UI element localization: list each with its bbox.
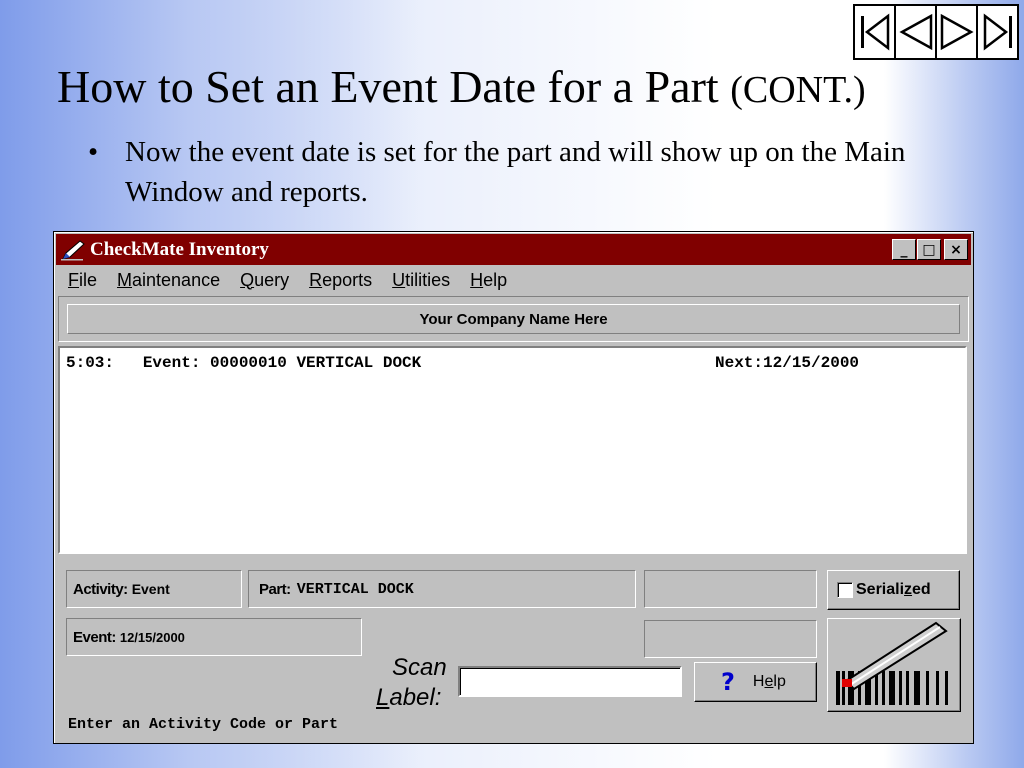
part-field: Part: VERTICAL DOCK: [248, 570, 636, 608]
blank-field-1: [644, 570, 817, 608]
help-label-post: lp: [773, 673, 786, 690]
menu-query-label: uery: [254, 269, 290, 290]
serialized-label-accel: z: [904, 581, 913, 598]
window-controls: _ □ ×: [892, 239, 968, 260]
close-button[interactable]: ×: [944, 239, 968, 260]
company-name: Your Company Name Here: [419, 310, 608, 328]
checkbox-box[interactable]: [837, 582, 853, 598]
scanner-image: [827, 618, 961, 712]
activity-label: Activity:: [73, 580, 128, 598]
part-label: Part:: [259, 580, 291, 598]
menu-file-label: ile: [79, 269, 98, 290]
event-log[interactable]: 5:03: Event: 00000010 VERTICAL DOCK Next…: [58, 346, 967, 554]
serialized-label-pre: Seriali: [856, 581, 905, 598]
next-slide-icon: [940, 13, 974, 51]
menu-reports-label: eports: [322, 269, 373, 290]
menu-help-accel: H: [470, 269, 484, 290]
slide-title: How to Set an Event Date for a Part (CON…: [57, 60, 866, 113]
first-slide-icon: [860, 13, 889, 51]
window-title: CheckMate Inventory: [90, 238, 269, 260]
scan-label-input[interactable]: [458, 666, 682, 697]
menu-file[interactable]: File: [68, 270, 97, 291]
slide-title-suffix: (CONT.): [730, 69, 866, 111]
barcode-scanner-icon: [836, 621, 948, 705]
event-value: 12/15/2000: [119, 629, 185, 645]
menu-file-accel: F: [68, 269, 79, 290]
bullet-marker: •: [88, 136, 99, 168]
activity-field: Activity: Event: [66, 570, 242, 608]
menu-help[interactable]: Help: [470, 270, 507, 291]
previous-slide-icon: [898, 13, 932, 51]
bullet-text: Now the event date is set for the part a…: [125, 136, 906, 208]
event-field: Event: 12/15/2000: [66, 618, 362, 656]
menu-maintenance-accel: M: [117, 269, 133, 290]
menu-utilities-accel: U: [392, 269, 406, 290]
menu-help-label: elp: [483, 269, 508, 290]
help-label: Help: [753, 673, 786, 691]
menu-query[interactable]: Query: [240, 270, 289, 291]
help-icon: ?: [721, 668, 735, 696]
serialized-label-post: ed: [912, 581, 931, 598]
maximize-icon: □: [922, 241, 936, 258]
last-slide-button[interactable]: [978, 6, 1017, 58]
app-window: CheckMate Inventory _ □ × File Maintenan…: [53, 231, 974, 744]
scan-label-word: Scan: [392, 654, 447, 681]
company-name-button[interactable]: Your Company Name Here: [67, 304, 960, 334]
serialized-checkbox[interactable]: Serialized: [827, 570, 960, 610]
event-label: Event:: [73, 628, 116, 646]
menu-bar: File Maintenance Query Reports Utilities…: [56, 267, 971, 293]
part-value: VERTICAL DOCK: [296, 580, 414, 598]
minimize-icon: _: [900, 241, 908, 258]
menu-utilities[interactable]: Utilities: [392, 270, 450, 291]
blank-field-2: [644, 620, 817, 658]
menu-maintenance[interactable]: Maintenance: [117, 270, 220, 291]
slide-navigation: [853, 4, 1019, 60]
company-bar: Your Company Name Here: [58, 296, 969, 342]
previous-slide-button[interactable]: [896, 6, 937, 58]
last-slide-icon: [983, 13, 1012, 51]
menu-maintenance-label: aintenance: [132, 269, 221, 290]
next-slide-button[interactable]: [937, 6, 978, 58]
minimize-button[interactable]: _: [892, 239, 916, 260]
maximize-button[interactable]: □: [917, 239, 941, 260]
menu-query-accel: Q: [240, 269, 255, 290]
pen-icon: [61, 239, 85, 260]
serialized-label: Serialized: [856, 581, 931, 599]
menu-reports[interactable]: Reports: [309, 270, 372, 291]
help-label-pre: H: [752, 673, 765, 690]
scan-label-rest: abel:: [389, 684, 442, 711]
log-line-event: 5:03: Event: 00000010 VERTICAL DOCK: [66, 354, 422, 372]
activity-value: Event: [131, 581, 170, 597]
first-slide-button[interactable]: [855, 6, 896, 58]
scan-label: Label:: [376, 684, 441, 712]
scan-label-accel: L: [376, 684, 390, 711]
window-titlebar[interactable]: CheckMate Inventory _ □ ×: [56, 234, 971, 265]
slide-title-text: How to Set an Event Date for a Part: [57, 61, 719, 112]
status-bar-text: Enter an Activity Code or Part: [68, 716, 339, 733]
menu-utilities-label: tilities: [405, 269, 451, 290]
log-line-next: Next:12/15/2000: [715, 354, 860, 372]
close-icon: ×: [950, 241, 962, 258]
menu-reports-accel: R: [309, 269, 323, 290]
help-button[interactable]: ? Help: [694, 662, 817, 702]
